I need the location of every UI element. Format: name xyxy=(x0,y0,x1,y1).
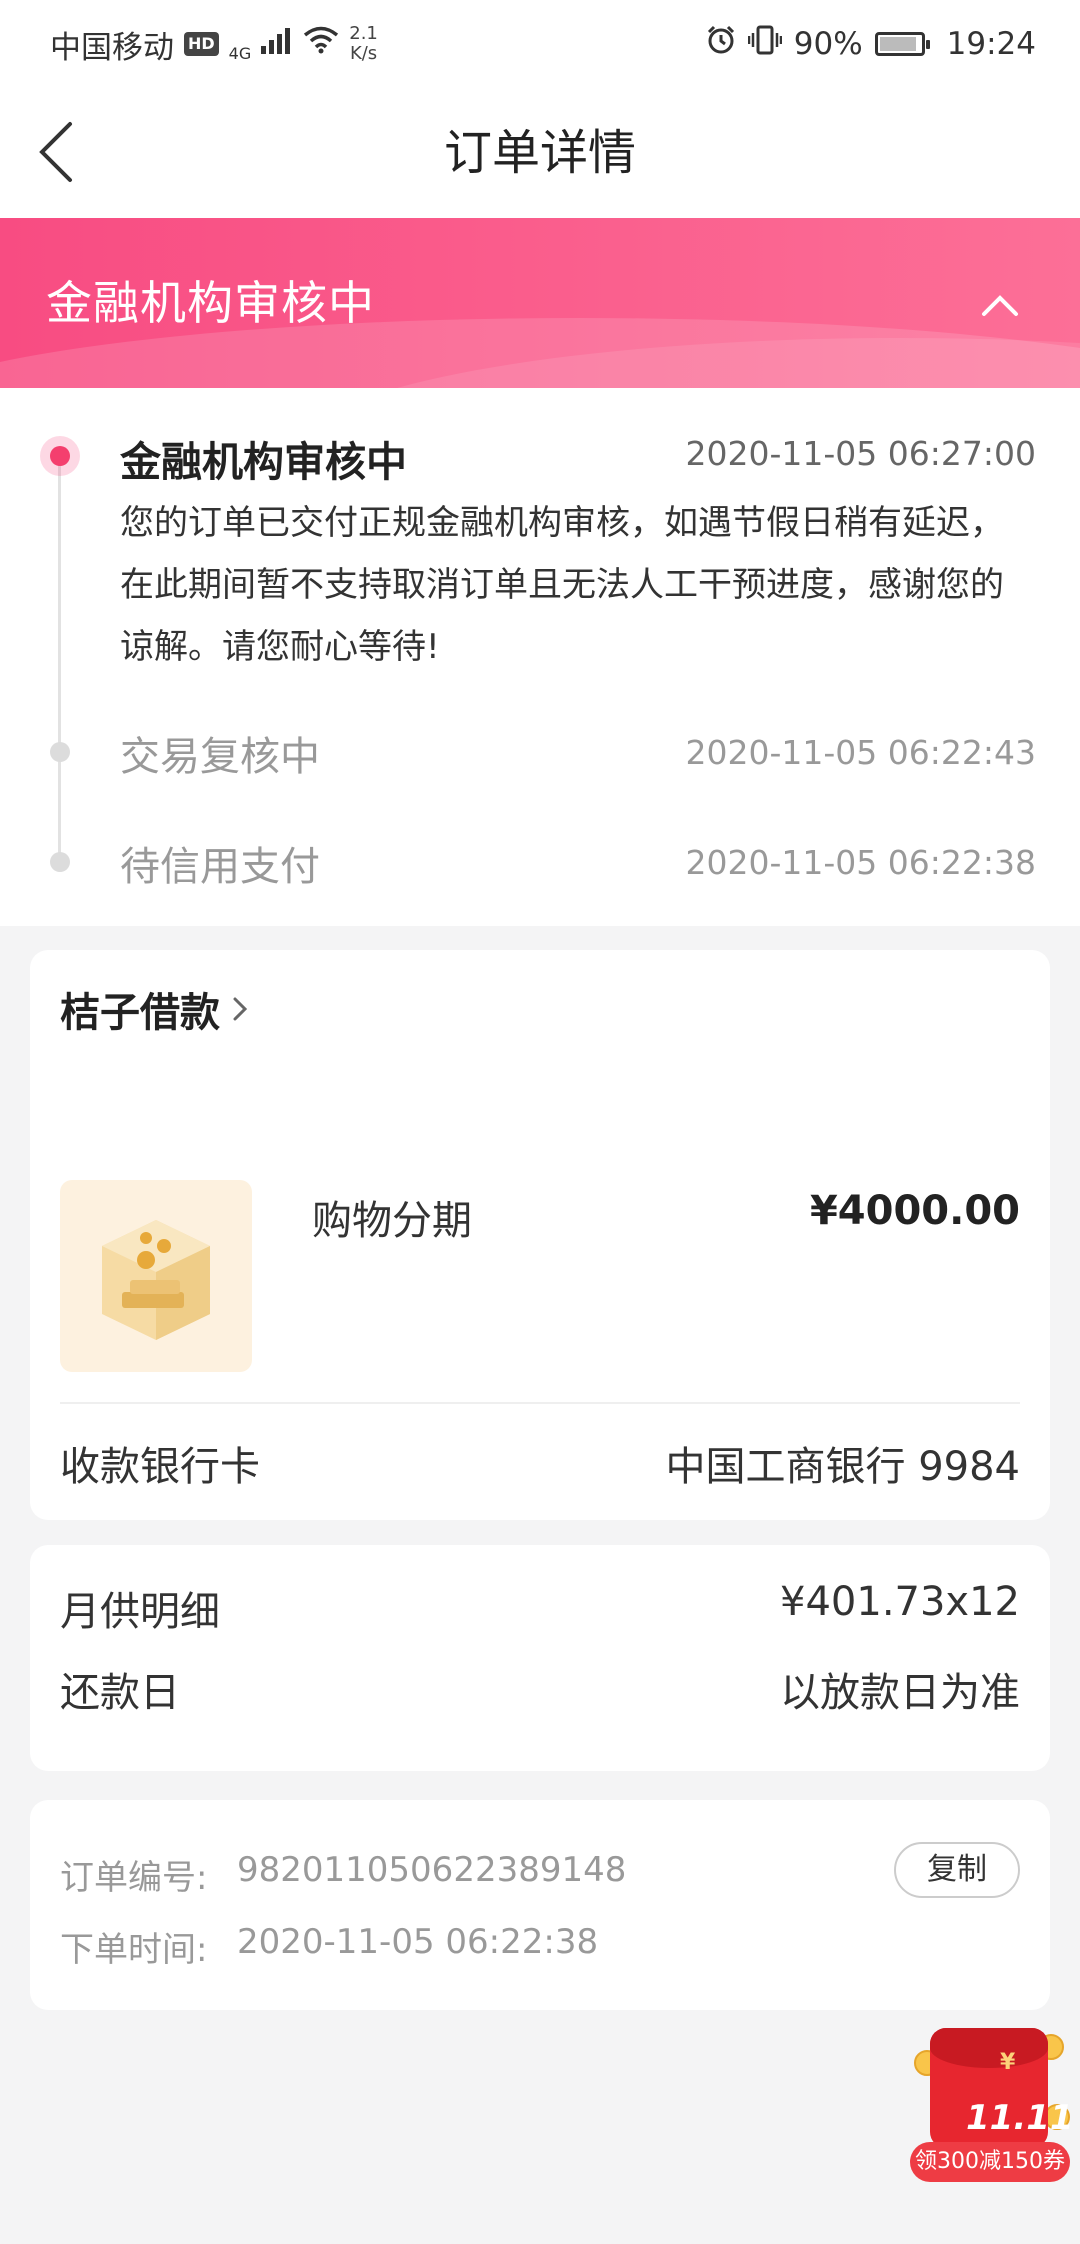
timeline-step-time: 2020-11-05 06:22:38 xyxy=(685,843,1036,882)
repayment-card: 月供明细 ¥401.73x12 还款日 以放款日为准 xyxy=(30,1545,1050,1771)
merchant-link[interactable]: 桔子借款 xyxy=(60,980,248,1038)
product-name: 购物分期 xyxy=(312,1198,472,1244)
copy-button[interactable]: 复制 xyxy=(894,1842,1020,1898)
wifi-icon xyxy=(303,26,339,62)
order-time-label: 下单时间: xyxy=(60,1930,208,1970)
timeline-current-time: 2020-11-05 06:27:00 xyxy=(685,434,1036,473)
hd-badge: HD xyxy=(184,32,219,56)
timeline-current-title: 金融机构审核中 xyxy=(120,438,407,486)
promo-coupon-label: 领300减150券 xyxy=(910,2142,1070,2182)
merchant-card: 桔子借款 购物分期 ¥4000.00 收款银行卡 中国工商银行 9984 xyxy=(30,950,1050,1520)
bank-card-value: 中国工商银行 9984 xyxy=(665,1444,1020,1490)
alarm-icon xyxy=(706,25,736,63)
timeline-step-title: 交易复核中 xyxy=(120,734,320,780)
order-number-label: 订单编号: xyxy=(60,1858,208,1898)
repayment-date-value: 以放款日为准 xyxy=(780,1670,1020,1716)
status-timeline: 金融机构审核中 2020-11-05 06:27:00 您的订单已交付正规金融机… xyxy=(0,388,1080,926)
monthly-payment-label: 月供明细 xyxy=(60,1589,220,1635)
monthly-payment-value: ¥401.73x12 xyxy=(780,1579,1020,1625)
net-speed: 2.1 K/s xyxy=(349,24,378,64)
battery-icon xyxy=(874,32,930,56)
battery-fill xyxy=(879,37,916,51)
carrier-name: 中国移动 xyxy=(50,29,174,66)
nav-bar: 订单详情 xyxy=(0,88,1080,218)
order-info-card: 订单编号: 982011050622389148 复制 下单时间: 2020-1… xyxy=(30,1800,1050,2010)
timeline-step-time: 2020-11-05 06:22:43 xyxy=(685,733,1036,772)
signal-icon xyxy=(261,26,293,62)
red-envelope-icon: ¥ 11.11 xyxy=(930,2028,1074,2148)
chevron-right-icon xyxy=(233,997,248,1021)
timeline-step-title: 待信用支付 xyxy=(120,844,320,890)
timeline-current-description: 您的订单已交付正规金融机构审核，如遇节假日稍有延迟，在此期间暂不支持取消订单且无… xyxy=(120,503,1004,667)
timeline-dot xyxy=(50,742,70,762)
chevron-up-icon xyxy=(982,295,1018,316)
merchant-name: 桔子借款 xyxy=(60,990,220,1036)
order-status-banner: 金融机构审核中 xyxy=(0,218,1080,388)
order-number-value: 982011050622389148 xyxy=(237,1850,627,1890)
bank-card-label: 收款银行卡 xyxy=(60,1444,260,1490)
collapse-button[interactable] xyxy=(976,280,1024,328)
net-speed-value: 2.1 xyxy=(349,23,378,44)
promo-float-button[interactable]: ¥ 11.11 领300减150券 xyxy=(910,2020,1074,2182)
banner-status-title: 金融机构审核中 xyxy=(46,276,375,330)
status-bar: 中国移动 HD 4G 2.1 K/s 90% 19:24 xyxy=(0,0,1080,88)
clock: 19:24 xyxy=(946,26,1036,62)
timeline-line xyxy=(58,458,61,868)
coin-box-icon xyxy=(102,1220,210,1340)
promo-date: 11.11 xyxy=(966,2098,1074,2138)
timeline-dot-active xyxy=(40,436,80,476)
network-type: 4G xyxy=(228,43,252,63)
vibrate-icon xyxy=(747,25,782,63)
battery-percent: 90% xyxy=(793,26,863,62)
product-price: ¥4000.00 xyxy=(809,1188,1020,1234)
net-speed-unit: K/s xyxy=(349,43,378,64)
repayment-date-label: 还款日 xyxy=(60,1670,180,1716)
divider xyxy=(60,1402,1020,1404)
promo-yen: ¥ xyxy=(1000,2050,1016,2075)
order-time-value: 2020-11-05 06:22:38 xyxy=(237,1922,599,1962)
timeline-dot xyxy=(50,852,70,872)
product-image xyxy=(60,1180,252,1372)
page-title: 订单详情 xyxy=(443,125,636,181)
